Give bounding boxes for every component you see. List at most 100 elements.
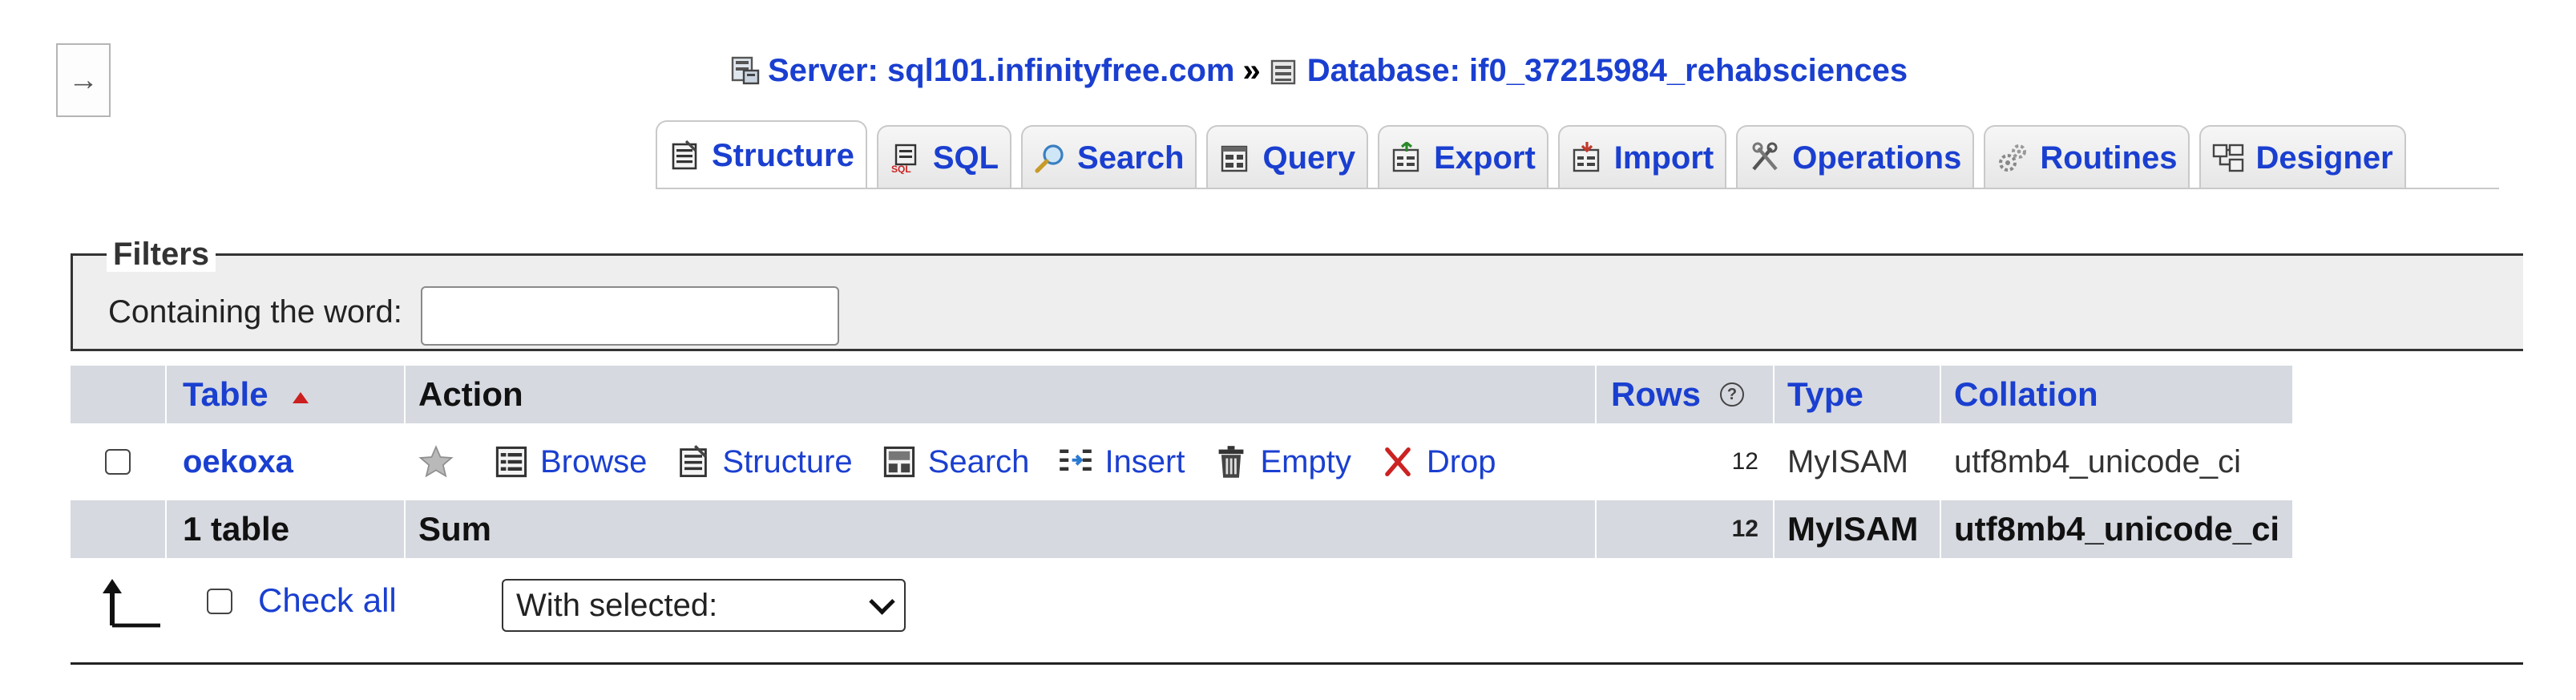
structure-label: Structure bbox=[722, 443, 853, 479]
summary-type-cell: MyISAM bbox=[1775, 500, 1940, 558]
chevron-down-icon bbox=[869, 588, 895, 615]
export-icon bbox=[1392, 142, 1419, 172]
tab-divider bbox=[656, 188, 2499, 189]
header-rows-sort[interactable]: Rows ? bbox=[1597, 366, 1773, 423]
tab-query[interactable]: Query bbox=[1206, 125, 1369, 189]
summary-collation-cell: utf8mb4_unicode_ci bbox=[1941, 500, 2292, 558]
check-all-checkbox[interactable] bbox=[207, 589, 232, 614]
row-select-checkbox[interactable] bbox=[105, 449, 131, 475]
server-icon bbox=[731, 56, 760, 85]
help-icon[interactable]: ? bbox=[1720, 382, 1745, 407]
table-name-cell: oekoxa bbox=[167, 428, 404, 496]
query-icon bbox=[1221, 145, 1248, 172]
breadcrumb-database-link[interactable]: Database: if0_37215984_rehabsciences bbox=[1307, 53, 1908, 89]
with-selected-value: With selected: bbox=[516, 587, 718, 623]
header-rows-label: Rows bbox=[1611, 375, 1702, 413]
breadcrumb: Server: sql101.infinityfree.com » Databa… bbox=[729, 47, 1908, 95]
header-checkbox-cell bbox=[71, 366, 165, 423]
tab-import[interactable]: Import bbox=[1557, 125, 1727, 189]
empty-action[interactable]: Empty bbox=[1213, 444, 1351, 480]
tab-operations-label: Operations bbox=[1792, 140, 1962, 176]
tab-routines[interactable]: Routines bbox=[1984, 125, 2190, 189]
header-type-label: Type bbox=[1787, 375, 1863, 413]
drop-action[interactable]: Drop bbox=[1380, 444, 1496, 480]
check-all-label[interactable]: Check all bbox=[258, 581, 397, 621]
insert-icon bbox=[1060, 449, 1092, 471]
tab-operations[interactable]: Operations bbox=[1736, 125, 1975, 189]
browse-action[interactable]: Browse bbox=[494, 444, 647, 480]
import-icon bbox=[1573, 142, 1599, 172]
with-selected-dropdown[interactable]: With selected: bbox=[502, 579, 906, 632]
tab-routines-label: Routines bbox=[2040, 140, 2178, 176]
tab-designer-label: Designer bbox=[2255, 140, 2393, 176]
browse-icon bbox=[495, 446, 527, 478]
summary-collation: utf8mb4_unicode_ci bbox=[1954, 510, 2280, 548]
tab-search[interactable]: Search bbox=[1021, 125, 1197, 189]
filters-label: Containing the word: bbox=[108, 294, 402, 330]
database-icon bbox=[1270, 59, 1295, 85]
structure-icon bbox=[672, 140, 697, 170]
header-table-sort[interactable]: Table bbox=[167, 366, 404, 423]
summary-table-count: 1 table bbox=[183, 510, 290, 548]
drop-label: Drop bbox=[1426, 443, 1496, 479]
filter-word-input[interactable] bbox=[421, 286, 839, 346]
header-collation-label: Collation bbox=[1954, 375, 2098, 413]
search-action[interactable]: Search bbox=[882, 443, 1030, 480]
tab-query-label: Query bbox=[1262, 140, 1356, 176]
tab-sql-label: SQL bbox=[932, 140, 999, 176]
header-table-label: Table bbox=[183, 375, 269, 413]
svg-text:SQL: SQL bbox=[891, 164, 911, 174]
bulk-actions-bar: Check all With selected: bbox=[71, 561, 2523, 665]
arrow-ltr-up-icon bbox=[103, 579, 160, 628]
routines-icon bbox=[1999, 144, 2027, 172]
search-label: Search bbox=[927, 443, 1030, 479]
navigation-toggle-button[interactable]: → bbox=[56, 43, 111, 117]
summary-sum-label: Sum bbox=[418, 510, 492, 548]
header-action-label: Action bbox=[418, 375, 523, 413]
insert-label: Insert bbox=[1104, 443, 1185, 479]
tab-export-label: Export bbox=[1434, 140, 1536, 176]
tab-structure[interactable]: Structure bbox=[656, 120, 867, 189]
tab-designer[interactable]: Designer bbox=[2199, 125, 2406, 189]
row-type: MyISAM bbox=[1787, 443, 1909, 479]
summary-count-cell: 1 table bbox=[167, 500, 404, 558]
structure-icon bbox=[680, 444, 708, 478]
summary-rows-cell: 12 bbox=[1597, 500, 1773, 558]
tab-export[interactable]: Export bbox=[1378, 125, 1548, 189]
browse-label: Browse bbox=[540, 443, 648, 479]
tab-structure-label: Structure bbox=[712, 137, 854, 173]
row-collation-cell: utf8mb4_unicode_ci bbox=[1941, 428, 2292, 496]
insert-action[interactable]: Insert bbox=[1058, 444, 1185, 480]
tab-search-label: Search bbox=[1077, 140, 1185, 176]
summary-sum-cell: Sum bbox=[406, 500, 1595, 558]
tab-sql[interactable]: SQL SQL bbox=[876, 125, 1012, 189]
search-icon bbox=[1035, 144, 1064, 173]
summary-checkbox-cell bbox=[71, 500, 165, 558]
structure-action[interactable]: Structure bbox=[676, 443, 853, 480]
row-count: 12 bbox=[1731, 448, 1758, 475]
row-count-cell: 12 bbox=[1597, 428, 1773, 496]
main-tabs: Structure SQL SQL Search Query Export Im… bbox=[656, 120, 2416, 189]
summary-type: MyISAM bbox=[1787, 510, 1919, 548]
designer-icon bbox=[2213, 144, 2244, 172]
breadcrumb-server-link[interactable]: Server: sql101.infinityfree.com bbox=[768, 53, 1234, 89]
row-type-cell: MyISAM bbox=[1775, 428, 1940, 496]
header-collation-sort[interactable]: Collation bbox=[1941, 366, 2292, 423]
empty-trash-icon bbox=[1219, 446, 1244, 478]
header-type-sort[interactable]: Type bbox=[1775, 366, 1940, 423]
favorite-star-button[interactable] bbox=[418, 444, 465, 479]
table-search-icon bbox=[883, 446, 915, 478]
operations-icon bbox=[1752, 142, 1778, 171]
empty-label: Empty bbox=[1260, 443, 1351, 479]
tab-import-label: Import bbox=[1613, 140, 1714, 176]
row-checkbox-cell bbox=[71, 428, 165, 496]
row-collation: utf8mb4_unicode_ci bbox=[1954, 443, 2242, 479]
filters-fieldset: Filters Containing the word: bbox=[71, 237, 2523, 351]
table-name-link[interactable]: oekoxa bbox=[183, 444, 293, 480]
header-action: Action bbox=[406, 366, 1595, 423]
sql-icon: SQL bbox=[891, 144, 917, 174]
star-icon bbox=[418, 445, 454, 478]
drop-x-icon bbox=[1385, 447, 1411, 477]
arrow-right-icon: → bbox=[68, 63, 99, 97]
sort-ascending-icon bbox=[292, 392, 309, 403]
